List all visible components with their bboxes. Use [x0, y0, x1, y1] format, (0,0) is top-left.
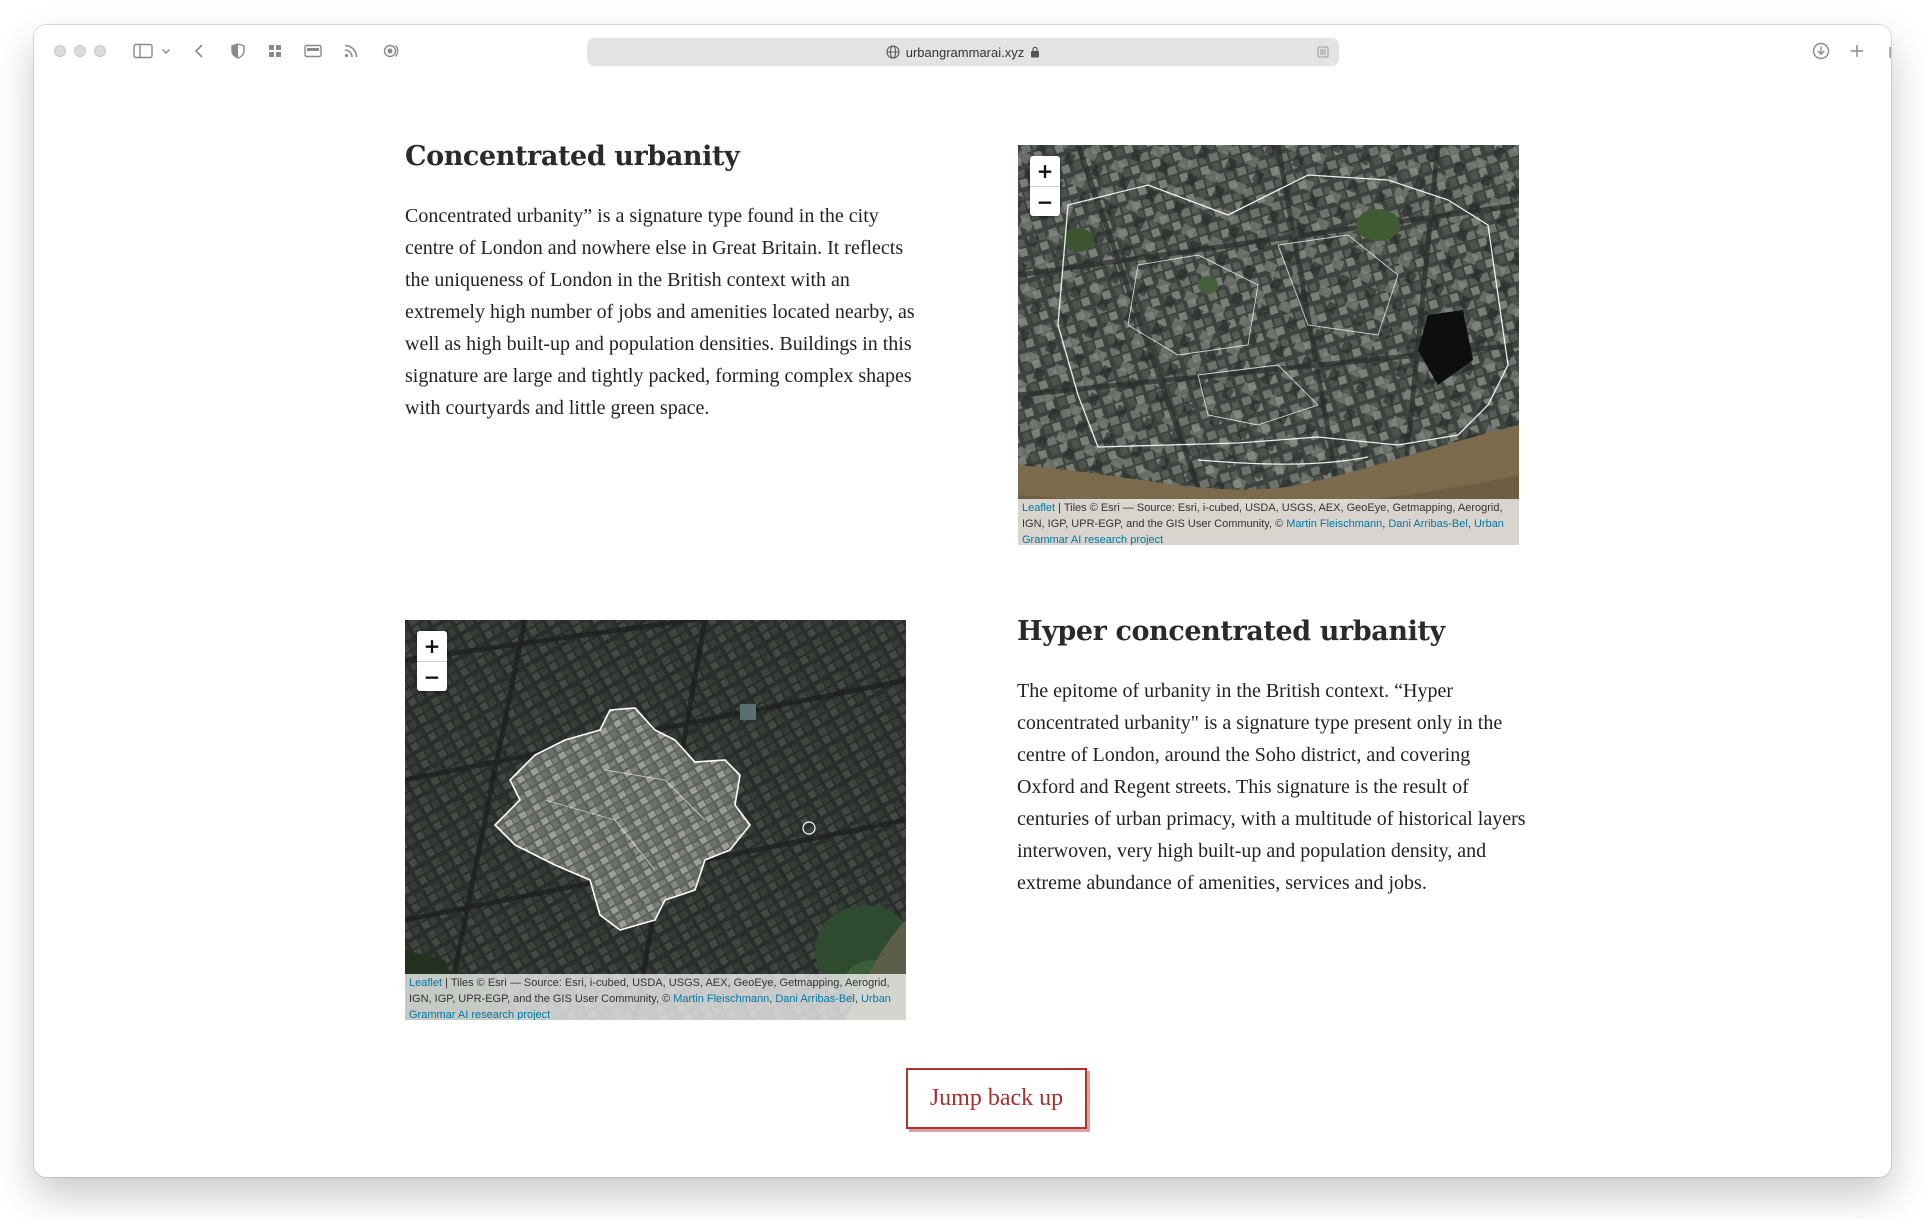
- leaflet-link[interactable]: Leaflet: [409, 977, 442, 989]
- close-window-button[interactable]: [54, 45, 66, 57]
- map-attribution: Leaflet | Tiles © Esri — Source: Esri, i…: [405, 974, 906, 1020]
- section-title-hyper-concentrated: Hyper concentrated urbanity: [1017, 616, 1445, 647]
- author-link-arribas-bel[interactable]: Dani Arribas-Bel: [775, 993, 854, 1005]
- chevron-down-icon[interactable]: [160, 41, 172, 61]
- reader-icon[interactable]: [1317, 46, 1329, 58]
- satellite-imagery: [405, 620, 906, 1020]
- wallet-icon[interactable]: [303, 41, 323, 61]
- section-text-concentrated: Concentrated urbanity” is a signature ty…: [405, 205, 915, 419]
- section-title-concentrated: Concentrated urbanity: [405, 141, 740, 172]
- plus-icon[interactable]: [1849, 41, 1865, 61]
- download-icon[interactable]: [1811, 41, 1831, 61]
- page-content: Concentrated urbanity Concentrated urban…: [34, 77, 1891, 1177]
- tabs-icon[interactable]: [1886, 41, 1891, 61]
- grid-icon[interactable]: [267, 41, 283, 61]
- map-attribution: Leaflet | Tiles © Esri — Source: Esri, i…: [1018, 499, 1519, 545]
- jump-back-up-button[interactable]: Jump back up: [906, 1068, 1087, 1129]
- map-hyper-concentrated[interactable]: + − Leaflet | Tiles © Esri — Source: Esr…: [405, 620, 906, 1020]
- minimize-window-button[interactable]: [74, 45, 86, 57]
- broadcast-icon[interactable]: [380, 41, 400, 61]
- section-text-hyper-concentrated: The epitome of urbanity in the British c…: [1017, 680, 1526, 894]
- author-link-fleischmann[interactable]: Martin Fleischmann: [673, 993, 769, 1005]
- attribution-separator: |: [442, 977, 451, 989]
- browser-toolbar: urbangrammarai.xyz: [34, 25, 1891, 77]
- zoom-in-button[interactable]: +: [1030, 156, 1060, 186]
- sidebar-icon[interactable]: [132, 41, 154, 61]
- zoom-in-button[interactable]: +: [417, 631, 447, 661]
- author-link-fleischmann[interactable]: Martin Fleischmann: [1286, 518, 1382, 530]
- lock-icon: [1031, 46, 1040, 58]
- rss-icon[interactable]: [343, 41, 359, 61]
- zoom-control: + −: [417, 631, 447, 691]
- satellite-imagery: [1018, 145, 1519, 545]
- globe-icon: [886, 45, 900, 59]
- leaflet-link[interactable]: Leaflet: [1022, 502, 1055, 514]
- browser-window: urbangrammarai.xyz Concentrated urbanity…: [34, 25, 1891, 1177]
- address-bar[interactable]: urbangrammarai.xyz: [587, 38, 1339, 66]
- author-link-arribas-bel[interactable]: Dani Arribas-Bel: [1388, 518, 1467, 530]
- zoom-out-button[interactable]: −: [1030, 186, 1060, 216]
- zoom-control: + −: [1030, 156, 1060, 216]
- url-text: urbangrammarai.xyz: [905, 44, 1025, 60]
- shield-icon[interactable]: [230, 41, 246, 61]
- zoom-window-button[interactable]: [94, 45, 106, 57]
- map-concentrated[interactable]: + − Leaflet | Tiles © Esri — Source: Esr…: [1018, 145, 1519, 545]
- zoom-out-button[interactable]: −: [417, 661, 447, 691]
- attribution-separator: |: [1055, 502, 1064, 514]
- back-icon[interactable]: [192, 41, 206, 61]
